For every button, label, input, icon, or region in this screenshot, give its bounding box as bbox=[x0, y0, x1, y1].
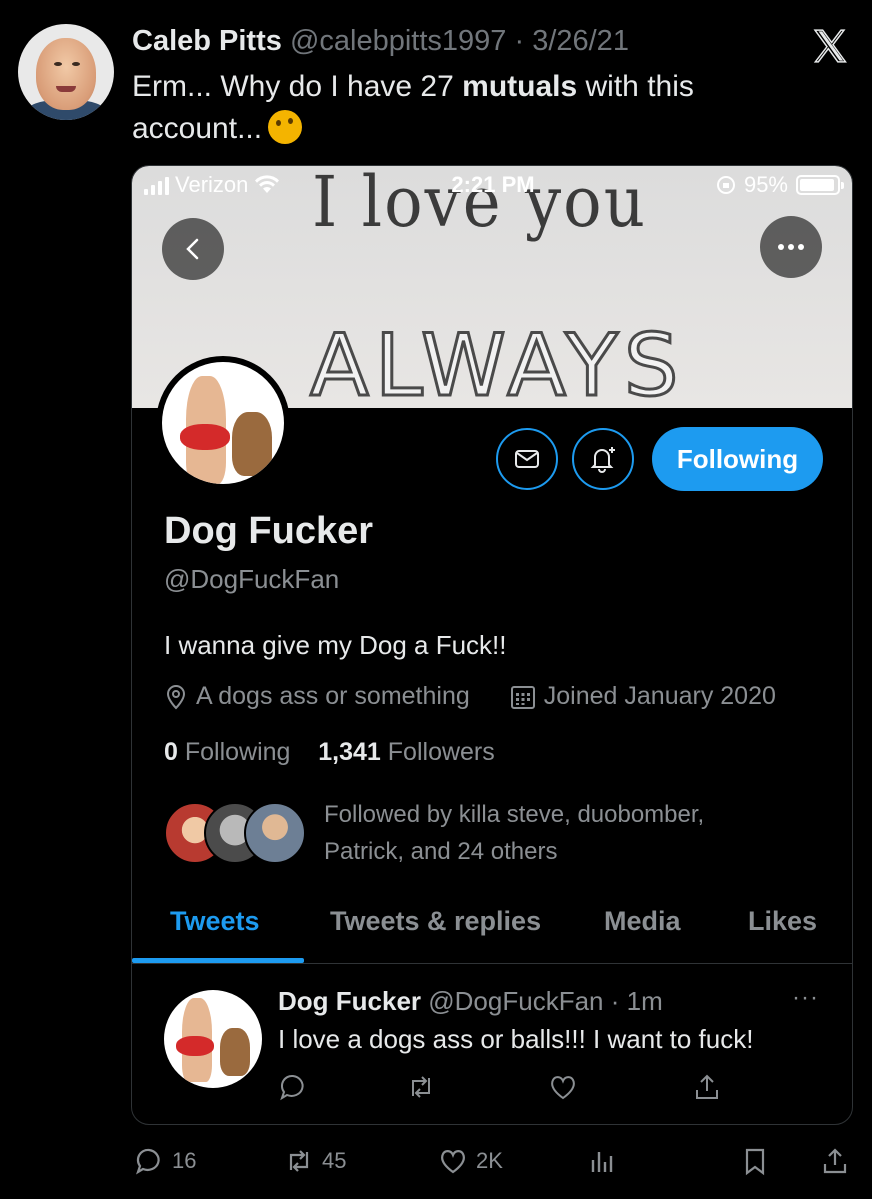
reply-button[interactable]: 16 bbox=[134, 1146, 196, 1176]
inner-tweet-actions bbox=[278, 1072, 738, 1106]
followers-stat[interactable]: 1,341 Followers bbox=[318, 738, 495, 766]
more-options-button[interactable] bbox=[760, 216, 822, 278]
retweet-count: 45 bbox=[322, 1148, 347, 1173]
profile-tabs: Tweets Tweets & replies Media Likes bbox=[132, 886, 852, 964]
tweet-actions: 16 45 2K bbox=[0, 1140, 872, 1188]
following-stat[interactable]: 0 Following bbox=[164, 738, 290, 766]
rotation-lock-icon bbox=[716, 176, 735, 194]
profile-handle: @DogFuckFan bbox=[164, 564, 340, 594]
status-right: 95% bbox=[716, 172, 844, 198]
views-button[interactable] bbox=[588, 1146, 618, 1176]
reply-count: 16 bbox=[172, 1148, 197, 1173]
author-handle[interactable]: @calebpitts1997 bbox=[290, 25, 506, 57]
reply-icon[interactable] bbox=[278, 1072, 308, 1102]
more-icon bbox=[778, 244, 804, 250]
following-button[interactable]: Following bbox=[652, 427, 823, 491]
reply-icon bbox=[136, 1148, 160, 1175]
author-name[interactable]: Caleb Pitts bbox=[132, 25, 282, 57]
tweet-text: Erm... Why do I have 27 mutuals with thi… bbox=[132, 66, 832, 150]
followed-by-avatars[interactable] bbox=[164, 802, 306, 864]
inner-tweet-more-icon[interactable]: ··· bbox=[792, 984, 819, 1012]
retweet-button[interactable]: 45 bbox=[284, 1146, 346, 1176]
followers-count: 1,341 bbox=[318, 738, 381, 766]
avatar-bikini bbox=[176, 1036, 214, 1056]
separator-dot: · bbox=[506, 25, 533, 57]
inner-tweet-avatar[interactable] bbox=[164, 990, 262, 1088]
avatar-bikini bbox=[180, 424, 230, 450]
tweet-text-prefix: Erm... Why do I have 27 bbox=[132, 70, 463, 103]
followers-label: Followers bbox=[387, 738, 495, 766]
analytics-icon bbox=[591, 1152, 613, 1172]
bookmark-button[interactable] bbox=[740, 1146, 770, 1176]
avatar-eye bbox=[72, 62, 80, 66]
banner-text-line2: ALWAYS bbox=[308, 315, 685, 409]
tab-media[interactable]: Media bbox=[604, 906, 681, 937]
tweet-date[interactable]: 3/26/21 bbox=[532, 25, 629, 57]
notify-button[interactable] bbox=[572, 428, 634, 490]
tweet-text-bold: mutuals bbox=[462, 70, 578, 103]
thinking-face-icon bbox=[268, 110, 303, 144]
battery-percent: 95% bbox=[743, 172, 788, 197]
profile-location: A dogs ass or something bbox=[196, 682, 470, 710]
retweet-icon bbox=[289, 1150, 309, 1172]
share-icon bbox=[823, 1148, 847, 1174]
avatar-face bbox=[36, 38, 96, 110]
x-logo-icon[interactable] bbox=[808, 26, 852, 66]
bell-plus-icon bbox=[590, 447, 615, 473]
followed-by-line1: Followed by killa steve, duobomber, bbox=[324, 801, 705, 828]
location-pin-icon bbox=[166, 684, 186, 709]
back-button[interactable] bbox=[162, 218, 224, 280]
tab-tweets-replies[interactable]: Tweets & replies bbox=[330, 906, 541, 937]
bookmark-icon bbox=[745, 1148, 765, 1176]
mini-avatar bbox=[244, 802, 306, 864]
profile-avatar[interactable] bbox=[156, 356, 290, 490]
mail-icon bbox=[515, 450, 539, 468]
status-bar: Verizon 2:21 PM 95% bbox=[132, 170, 852, 206]
inner-tweet-header: Dog Fucker @DogFuckFan · 1m bbox=[278, 986, 663, 1017]
author-avatar[interactable] bbox=[18, 24, 114, 120]
profile-name: Dog Fucker bbox=[164, 510, 374, 552]
avatar-mouth bbox=[56, 86, 76, 92]
tab-tweets[interactable]: Tweets bbox=[170, 906, 260, 937]
following-count: 0 bbox=[164, 738, 178, 766]
chevron-left-icon bbox=[186, 238, 199, 260]
avatar-eye bbox=[54, 62, 62, 66]
message-button[interactable] bbox=[496, 428, 558, 490]
profile-avatar-image bbox=[162, 362, 284, 484]
profile-bio: I wanna give my Dog a Fuck!! bbox=[164, 630, 507, 660]
inner-tweet-text: I love a dogs ass or balls!!! I want to … bbox=[278, 1024, 754, 1054]
like-icon bbox=[441, 1150, 465, 1174]
like-count: 2K bbox=[476, 1148, 503, 1173]
following-label: Following bbox=[184, 738, 291, 766]
active-tab-indicator bbox=[132, 958, 304, 963]
inner-tweet-name[interactable]: Dog Fucker bbox=[278, 986, 421, 1016]
author-line: Caleb Pitts @calebpitts1997 · 3/26/21 bbox=[132, 24, 629, 58]
calendar-icon bbox=[510, 685, 535, 709]
battery-icon bbox=[796, 175, 844, 195]
profile-meta: A dogs ass or something Joined January 2… bbox=[164, 682, 776, 711]
like-icon[interactable] bbox=[548, 1072, 578, 1102]
like-button[interactable]: 2K bbox=[438, 1146, 503, 1176]
followed-by-line2: Patrick, and 24 others bbox=[324, 838, 558, 865]
tab-likes[interactable]: Likes bbox=[748, 906, 817, 937]
inner-tweet-meta: @DogFuckFan · 1m bbox=[428, 986, 663, 1016]
profile-stats: 0 Following 1,341 Followers bbox=[164, 738, 495, 767]
profile-joined: Joined January 2020 bbox=[543, 682, 776, 710]
retweet-icon[interactable] bbox=[406, 1072, 436, 1102]
avatar-dog bbox=[220, 1028, 250, 1076]
share-icon[interactable] bbox=[692, 1072, 722, 1102]
share-button[interactable] bbox=[820, 1146, 850, 1176]
followed-by-text[interactable]: Followed by killa steve, duobomber, Patr… bbox=[324, 796, 774, 870]
avatar-dog bbox=[232, 412, 272, 476]
embedded-screenshot[interactable]: I love you ALWAYS Verizon 2:21 PM 95% Fo… bbox=[131, 165, 853, 1125]
